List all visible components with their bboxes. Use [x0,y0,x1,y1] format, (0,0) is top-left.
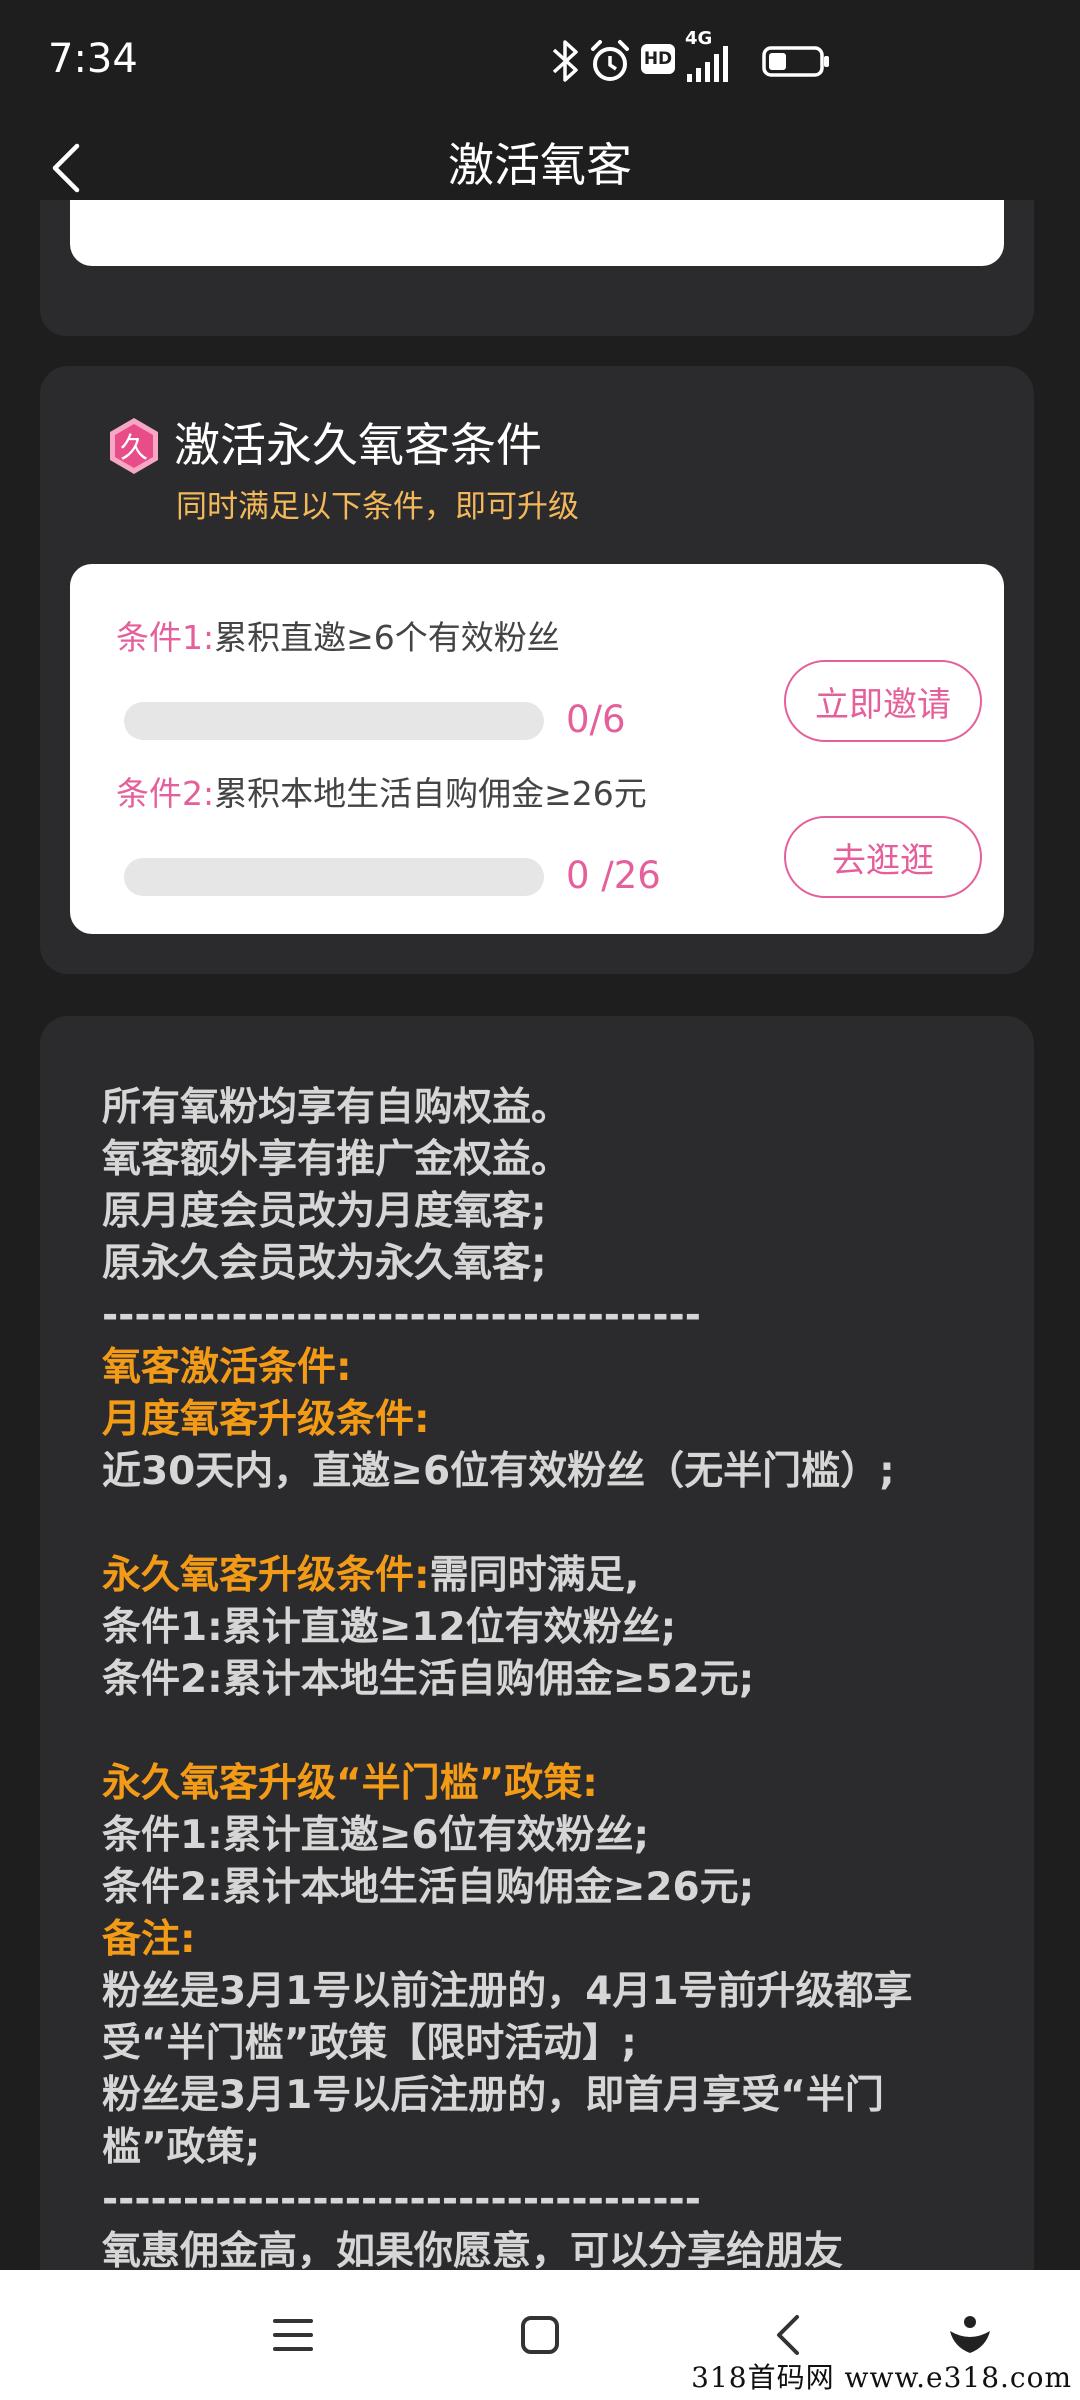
rules-line: 氧客额外享有推广金权益。 [102,1134,1002,1186]
watermark-text: 318首码网 www.e318.com [691,2361,1072,2394]
rules-line-text: 粉丝是3月1号以后注册的，即首月享受“半门 [102,2073,884,2118]
rules-line-text: ------------------------------------- [102,1293,701,1338]
condition-progress-bar [124,858,544,896]
condition-prefix: 条件1: [116,618,215,657]
rules-line: 氧客激活条件: [102,1342,1002,1394]
rules-line: 原月度会员改为月度氧客; [102,1186,1002,1238]
hd-label: HD [643,49,673,69]
rules-line-text: 条件2:累计本地生活自购佣金≥52元; [102,1657,755,1702]
home-square-icon [521,2316,559,2354]
previous-card [40,200,1034,336]
previous-card-inner [70,200,1004,266]
rules-line: 条件2:累计本地生活自购佣金≥52元; [102,1654,1002,1706]
rules-line: 条件1:累计直邀≥6位有效粉丝; [102,1810,1002,1862]
rules-line: 所有氧粉均享有自购权益。 [102,1082,1002,1134]
rules-heading: 月度氧客升级条件: [102,1397,430,1442]
page-title: 激活氧客 [448,138,632,192]
status-icons: HD 4G [540,28,1080,90]
battery-icon [762,46,829,77]
rules-card: 所有氧粉均享有自购权益。 氧客额外享有推广金权益。 原月度会员改为月度氧客; 原永久会… [40,1016,1034,2276]
conditions-title: 激活永久氧客条件 [174,418,542,472]
rules-heading: 永久氧客升级“半门槛”政策: [102,1761,598,1806]
rules-line: ------------------------------------- [102,1290,1002,1342]
badge-char: 久 [120,431,148,464]
rules-line-text: 所有氧粉均享有自购权益。 [102,1085,571,1130]
rules-line: 受“半门槛”政策【限时活动】; [102,2018,1002,2070]
rules-line-text: 受“半门槛”政策【限时活动】; [102,2021,637,2066]
rules-line: 近30天内，直邀≥6位有效粉丝（无半门槛）; [102,1446,1002,1498]
rules-line: 永久氧客升级“半门槛”政策: [102,1758,1002,1810]
back-triangle-icon [777,2315,799,2355]
status-bar: 7:34 HD 4G [0,0,1080,120]
rules-line-text: 氧惠佣金高，如果你愿意，可以分享给朋友 [102,2229,844,2274]
condition-desc: 累积直邀≥6个有效粉丝 [214,618,560,657]
status-time: 7:34 [48,36,138,82]
rules-line: 条件1:累计直邀≥12位有效粉丝; [102,1602,1002,1654]
rules-line: 氧惠佣金高，如果你愿意，可以分享给朋友 [102,2226,1002,2276]
rules-line: 条件2:累计本地生活自购佣金≥26元; [102,1862,1002,1914]
rules-spacer [102,1706,1002,1758]
rules-line: 备注: [102,1914,1002,1966]
rules-line-text: 粉丝是3月1号以前注册的，4月1号前升级都享 [102,1969,913,2014]
condition-label: 条件2:累积本地生活自购佣金≥26元 [116,770,647,818]
rules-text: 所有氧粉均享有自购权益。 氧客额外享有推广金权益。 原月度会员改为月度氧客; 原永久会… [102,1082,1002,2276]
go-shopping-button[interactable]: 去逛逛 [784,816,982,898]
rules-line-text: 条件2:累计本地生活自购佣金≥26元; [102,1865,755,1910]
rules-line: ------------------------------------- [102,2174,1002,2226]
rules-heading: 永久氧客升级条件: [102,1553,430,1598]
condition-progress-text: 0/6 [566,698,626,741]
condition-desc: 累积本地生活自购佣金≥26元 [214,774,647,813]
rules-line: 月度氧客升级条件: [102,1394,1002,1446]
bluetooth-icon [552,40,578,82]
condition-row-2: 条件2:累积本地生活自购佣金≥26元 0 /26 去逛逛 [70,748,1004,908]
conditions-subtitle: 同时满足以下条件，即可升级 [176,489,579,525]
rules-line: 槛”政策; [102,2122,1002,2174]
hd-icon: HD [641,44,675,74]
condition-row-1: 条件1:累积直邀≥6个有效粉丝 0/6 立即邀请 [70,592,1004,752]
rules-line: 粉丝是3月1号以前注册的，4月1号前升级都享 [102,1966,1002,2018]
assistant-icon [950,2316,990,2353]
menu-nav-button[interactable] [253,2300,333,2370]
rules-line-text: 槛”政策; [102,2125,261,2170]
rules-line-text: 需同时满足, [429,1553,640,1598]
rules-line-text: 条件1:累计直邀≥12位有效粉丝; [102,1605,677,1650]
signal-icon [687,46,728,82]
rules-line-text: 近30天内，直邀≥6位有效粉丝（无半门槛）; [102,1449,895,1494]
rules-heading: 氧客激活条件: [102,1345,352,1390]
rules-line-text: 条件1:累计直邀≥6位有效粉丝; [102,1813,650,1858]
condition-progress-bar [124,702,544,740]
permanent-badge-icon: 久 [110,418,158,474]
condition-progress-text: 0 /26 [566,854,661,897]
rules-line: 永久氧客升级条件:需同时满足, [102,1550,1002,1602]
rules-line-text: 原永久会员改为永久氧客; [102,1241,547,1286]
rules-line-text: 原月度会员改为月度氧客; [102,1189,547,1234]
rules-spacer [102,1498,1002,1550]
rules-line-text: ------------------------------------- [102,2177,701,2222]
home-nav-button[interactable] [500,2300,580,2370]
rules-line: 原永久会员改为永久氧客; [102,1238,1002,1290]
condition-prefix: 条件2: [116,774,215,813]
menu-icon [273,2319,313,2351]
invite-now-button[interactable]: 立即邀请 [784,660,982,742]
system-nav-bar: 318首码网 www.e318.com [0,2270,1080,2400]
rules-line: 粉丝是3月1号以后注册的，即首月享受“半门 [102,2070,1002,2122]
rules-line-text: 氧客额外享有推广金权益。 [102,1137,571,1182]
conditions-list: 条件1:累积直邀≥6个有效粉丝 0/6 立即邀请 条件2:累积本地生活自购佣金≥… [70,564,1004,934]
alarm-icon [591,40,629,81]
conditions-card: 久 激活永久氧客条件 同时满足以下条件，即可升级 条件1:累积直邀≥6个有效粉丝… [40,366,1034,974]
condition-label: 条件1:累积直邀≥6个有效粉丝 [116,614,560,662]
rules-heading: 备注: [102,1917,196,1962]
